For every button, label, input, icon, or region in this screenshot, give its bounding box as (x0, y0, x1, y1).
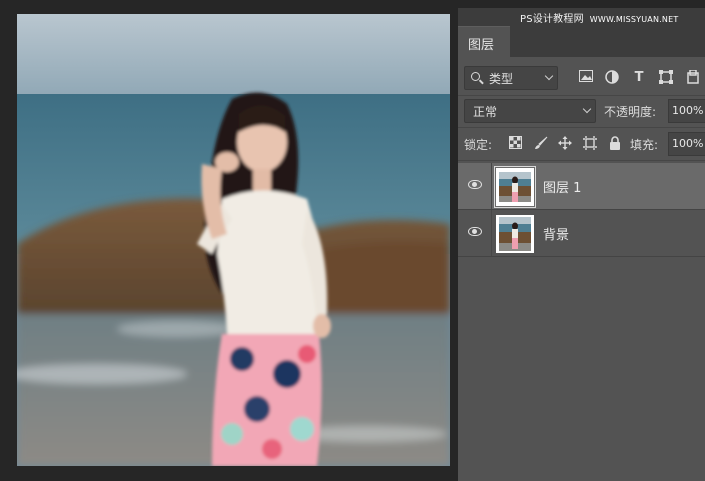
photo-image (17, 14, 450, 466)
divider (458, 127, 705, 128)
layer-name[interactable]: 图层 1 (543, 177, 581, 196)
blend-row: 正常 不透明度: 100% (458, 98, 705, 124)
visibility-toggle[interactable] (458, 210, 492, 256)
eye-icon (468, 227, 482, 236)
lock-all-icon[interactable] (607, 136, 623, 152)
photoshop-window: PS设计教程网 WWW.MISSYUAN.NET 图层 类型 T 正常 不透明度… (0, 0, 705, 481)
type-filter-icon[interactable]: T (631, 70, 647, 86)
opacity-label: 不透明度: (604, 105, 657, 119)
layer-thumbnail (494, 166, 536, 208)
lock-paint-icon[interactable] (533, 136, 549, 152)
lock-position-icon[interactable] (557, 136, 573, 152)
watermark-url: WWW.MISSYUAN.NET (589, 15, 679, 24)
divider (458, 256, 705, 257)
tab-layers[interactable]: 图层 (458, 26, 510, 57)
image-filter-icon[interactable] (578, 70, 594, 86)
search-icon (471, 72, 480, 81)
chevron-down-icon (582, 104, 592, 114)
lock-row: 锁定: 填充: 100% (458, 131, 705, 157)
shape-filter-icon[interactable] (658, 70, 674, 86)
smart-object-filter-icon[interactable] (685, 69, 701, 86)
layer-row-layer1[interactable]: 图层 1 (458, 163, 705, 209)
blend-mode-label: 正常 (473, 105, 498, 119)
lock-transparent-icon[interactable] (507, 136, 523, 152)
divider (458, 95, 705, 96)
filter-kind-label: 类型 (489, 72, 514, 86)
tab-layers-label: 图层 (468, 38, 495, 53)
visibility-toggle[interactable] (458, 163, 492, 209)
divider (458, 160, 705, 161)
adjustment-filter-icon[interactable] (604, 70, 620, 86)
layer-name[interactable]: 背景 (543, 224, 569, 243)
watermark-text: PS设计教程网 (520, 14, 584, 25)
watermark: PS设计教程网 WWW.MISSYUAN.NET (520, 10, 678, 25)
filter-row: 类型 T (458, 65, 705, 91)
document-canvas[interactable] (17, 14, 450, 466)
chevron-down-icon (544, 71, 554, 81)
layer-row-background[interactable]: 背景 (458, 210, 705, 256)
layer-thumbnail (496, 215, 534, 253)
panel-tab-bar: PS设计教程网 WWW.MISSYUAN.NET 图层 (458, 8, 705, 57)
layers-panel: PS设计教程网 WWW.MISSYUAN.NET 图层 类型 T 正常 不透明度… (458, 8, 705, 481)
lock-label: 锁定: (464, 138, 493, 152)
fill-label: 填充: (630, 138, 659, 152)
fill-input[interactable]: 100% (668, 132, 705, 156)
filter-kind-select[interactable]: 类型 (464, 66, 558, 90)
eye-icon (468, 180, 482, 189)
blend-mode-select[interactable]: 正常 (464, 99, 596, 123)
opacity-input[interactable]: 100% (668, 99, 705, 123)
lock-artboard-icon[interactable] (582, 136, 598, 152)
